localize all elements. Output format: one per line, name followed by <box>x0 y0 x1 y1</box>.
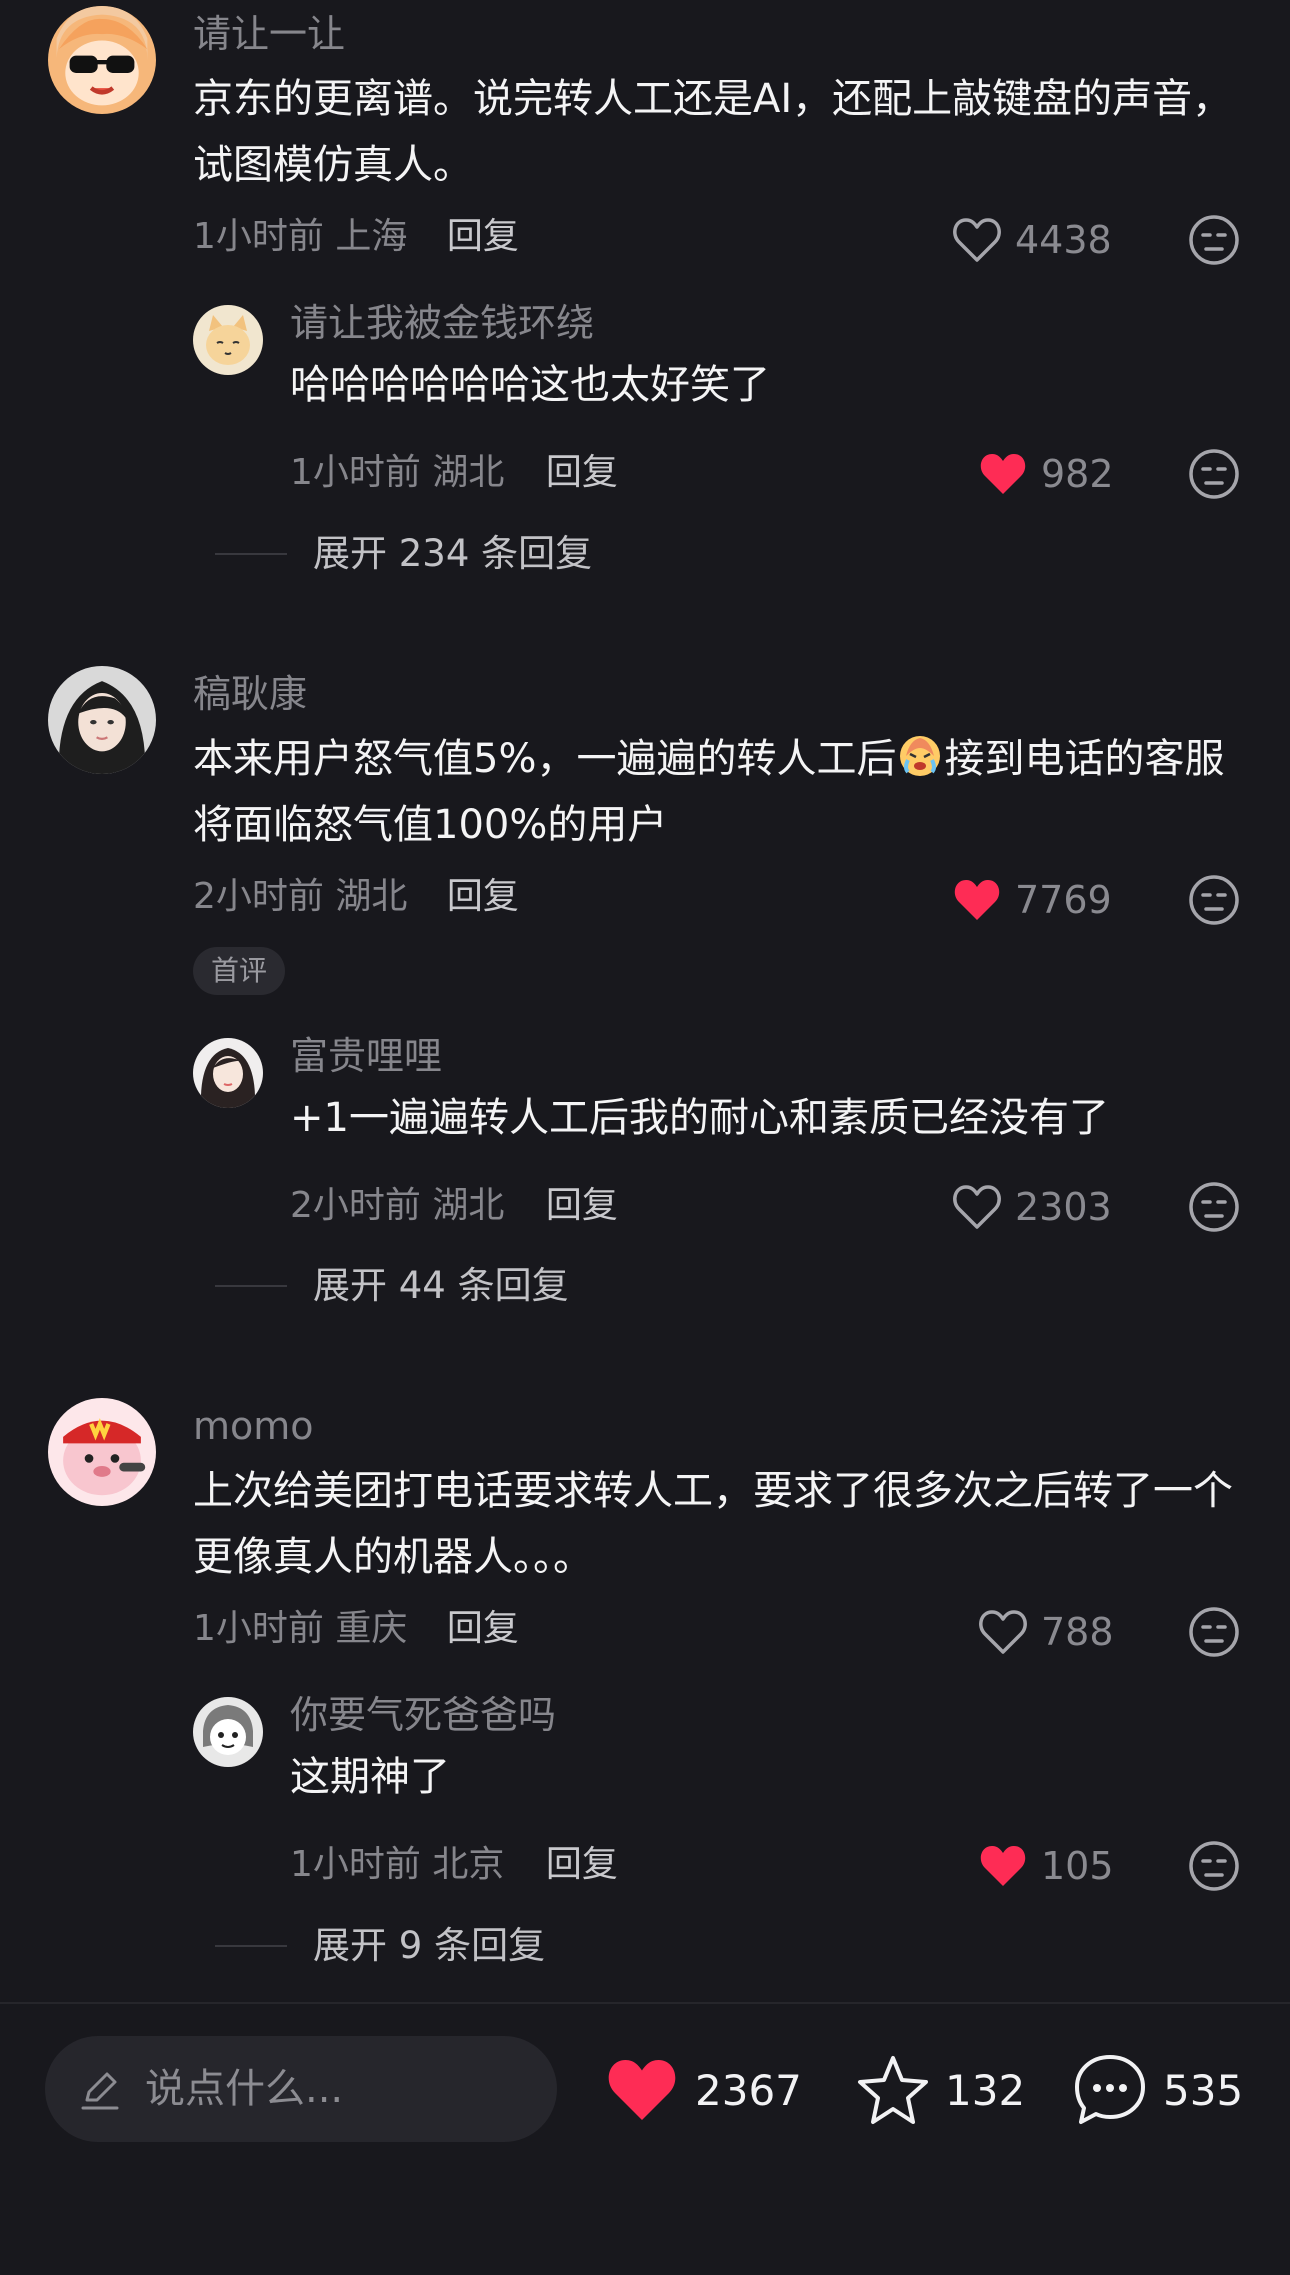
unamused-face-icon <box>1189 215 1239 265</box>
comment-meta: 1小时前 上海 回复 <box>193 214 519 260</box>
comment-text: 京东的更离谱。说完转人工还是AI，还配上敲键盘的声音，试图模仿真人。 <box>193 76 1233 188</box>
unamused-face-icon <box>1189 1182 1239 1232</box>
like-count: 982 <box>1041 452 1114 496</box>
dislike-button[interactable] <box>1187 1839 1241 1893</box>
comment-input-placeholder[interactable]: 说点什么... <box>145 2036 343 2142</box>
username[interactable]: momo <box>193 1402 1242 1450</box>
reply-location: 湖北 <box>432 1185 505 1226</box>
reply-time: 2小时前 <box>290 1185 421 1226</box>
dislike-button[interactable] <box>1187 1605 1241 1659</box>
divider <box>215 1945 287 1947</box>
reply-button[interactable]: 回复 <box>447 1608 519 1649</box>
reply-button[interactable]: 回复 <box>546 1844 618 1885</box>
reply-button[interactable]: 回复 <box>546 1185 618 1226</box>
unamused-face-icon <box>1189 1841 1239 1891</box>
like-count: 7769 <box>1015 878 1112 922</box>
comment-bubble-icon <box>1075 2055 1145 2124</box>
username[interactable]: 请让我被金钱环绕 <box>290 299 1242 347</box>
heart-filled-icon <box>954 880 1000 920</box>
like-button[interactable]: 788 <box>977 1606 1114 1658</box>
comment-location: 湖北 <box>335 876 408 917</box>
favorite-count: 132 <box>945 2065 1026 2115</box>
comment-meta: 2小时前 湖北 回复 <box>193 874 519 920</box>
comment-count: 535 <box>1163 2065 1244 2115</box>
heart-filled-icon <box>980 454 1026 494</box>
like-button[interactable]: 982 <box>977 448 1114 500</box>
heart-filled-icon <box>980 1846 1026 1886</box>
comment-input[interactable]: 说点什么... <box>45 2036 557 2142</box>
expand-replies-label[interactable]: 展开 234 条回复 <box>313 529 592 579</box>
reply-meta: 1小时前 湖北 回复 <box>290 450 618 496</box>
dislike-button[interactable] <box>1187 1180 1241 1234</box>
expand-replies[interactable]: 展开 44 条回复 <box>0 1261 1290 1311</box>
star-outline-icon <box>858 2056 928 2124</box>
comment-text: 上次给美团打电话要求转人工，要求了很多次之后转了一个更像真人的机器人。。。 <box>193 1468 1233 1580</box>
bottom-action-bar: 说点什么... 2367 132 535 <box>0 2002 1290 2275</box>
unamused-face-icon <box>1189 875 1239 925</box>
comment-location: 重庆 <box>335 1608 408 1649</box>
divider <box>215 553 287 555</box>
heart-outline-icon <box>953 218 1001 262</box>
reply-button[interactable]: 回复 <box>447 216 519 257</box>
like-button[interactable]: 7769 <box>951 874 1112 926</box>
avatar[interactable] <box>48 6 156 114</box>
like-count: 105 <box>1041 1844 1114 1888</box>
heart-filled-icon <box>608 2060 676 2120</box>
comment-text-part: 本来用户怒气值5%，一遍遍的转人工后 <box>193 736 897 782</box>
reply-text: +1一遍遍转人工后我的耐心和素质已经没有了 <box>290 1095 1109 1141</box>
reply-meta: 2小时前 湖北 回复 <box>290 1183 618 1229</box>
like-button[interactable]: 105 <box>977 1840 1114 1892</box>
comment-location: 上海 <box>335 216 408 257</box>
like-button[interactable]: 4438 <box>951 214 1112 266</box>
expand-replies-label[interactable]: 展开 44 条回复 <box>313 1261 569 1311</box>
username[interactable]: 你要气死爸爸吗 <box>290 1691 1242 1739</box>
comment-time: 2小时前 <box>193 876 324 917</box>
favorite-button[interactable]: 132 <box>855 2048 1025 2132</box>
comment-text: 本来用户怒气值5%，一遍遍的转人工后 接到电话的客服将面临怒气值100%的用户 <box>193 726 1242 858</box>
reply-time: 1小时前 <box>290 1844 421 1885</box>
heart-outline-icon <box>979 1610 1027 1654</box>
username[interactable]: 请让一让 <box>193 10 1242 58</box>
reply-location: 北京 <box>432 1844 505 1885</box>
username[interactable]: 富贵哩哩 <box>290 1032 1242 1080</box>
comment-screen: 请让一让 京东的更离谱。说完转人工还是AI，还配上敲键盘的声音，试图模仿真人。 … <box>0 0 1290 2275</box>
divider <box>215 1285 287 1287</box>
dislike-button[interactable] <box>1187 213 1241 267</box>
reply-text: 这期神了 <box>290 1754 450 1800</box>
expand-replies-label[interactable]: 展开 9 条回复 <box>313 1921 545 1971</box>
avatar[interactable] <box>193 1697 263 1767</box>
dislike-button[interactable] <box>1187 447 1241 501</box>
heart-outline-icon <box>953 1185 1001 1229</box>
like-count: 4438 <box>1015 218 1112 262</box>
expand-replies[interactable]: 展开 9 条回复 <box>0 1921 1290 1971</box>
reply-time: 1小时前 <box>290 452 421 493</box>
like-button[interactable]: 2303 <box>951 1181 1112 1233</box>
reply-location: 湖北 <box>432 452 505 493</box>
avatar[interactable] <box>193 305 263 375</box>
username[interactable]: 稿耿康 <box>193 670 1242 718</box>
comment-time: 1小时前 <box>193 1608 324 1649</box>
reply-button[interactable]: 回复 <box>546 452 618 493</box>
like-count: 2303 <box>1015 1185 1112 1229</box>
like-video-button[interactable]: 2367 <box>603 2048 802 2132</box>
reply-meta: 1小时前 北京 回复 <box>290 1842 618 1888</box>
comment-meta: 1小时前 重庆 回复 <box>193 1606 519 1652</box>
unamused-face-icon <box>1189 449 1239 499</box>
reply-text: 哈哈哈哈哈哈这也太好笑了 <box>290 362 770 408</box>
like-count: 788 <box>1041 1610 1114 1654</box>
dislike-button[interactable] <box>1187 873 1241 927</box>
avatar[interactable] <box>48 1398 156 1506</box>
comment-time: 1小时前 <box>193 216 324 257</box>
pencil-icon <box>81 2072 119 2110</box>
unamused-face-icon <box>1189 1607 1239 1657</box>
avatar[interactable] <box>193 1038 263 1108</box>
crying-face-icon <box>900 736 941 776</box>
video-like-count: 2367 <box>695 2065 802 2115</box>
first-comment-badge: 首评 <box>193 947 286 995</box>
reply-button[interactable]: 回复 <box>447 876 519 917</box>
expand-replies[interactable]: 展开 234 条回复 <box>0 529 1290 579</box>
comments-button[interactable]: 535 <box>1071 2048 1243 2132</box>
avatar[interactable] <box>48 666 156 774</box>
